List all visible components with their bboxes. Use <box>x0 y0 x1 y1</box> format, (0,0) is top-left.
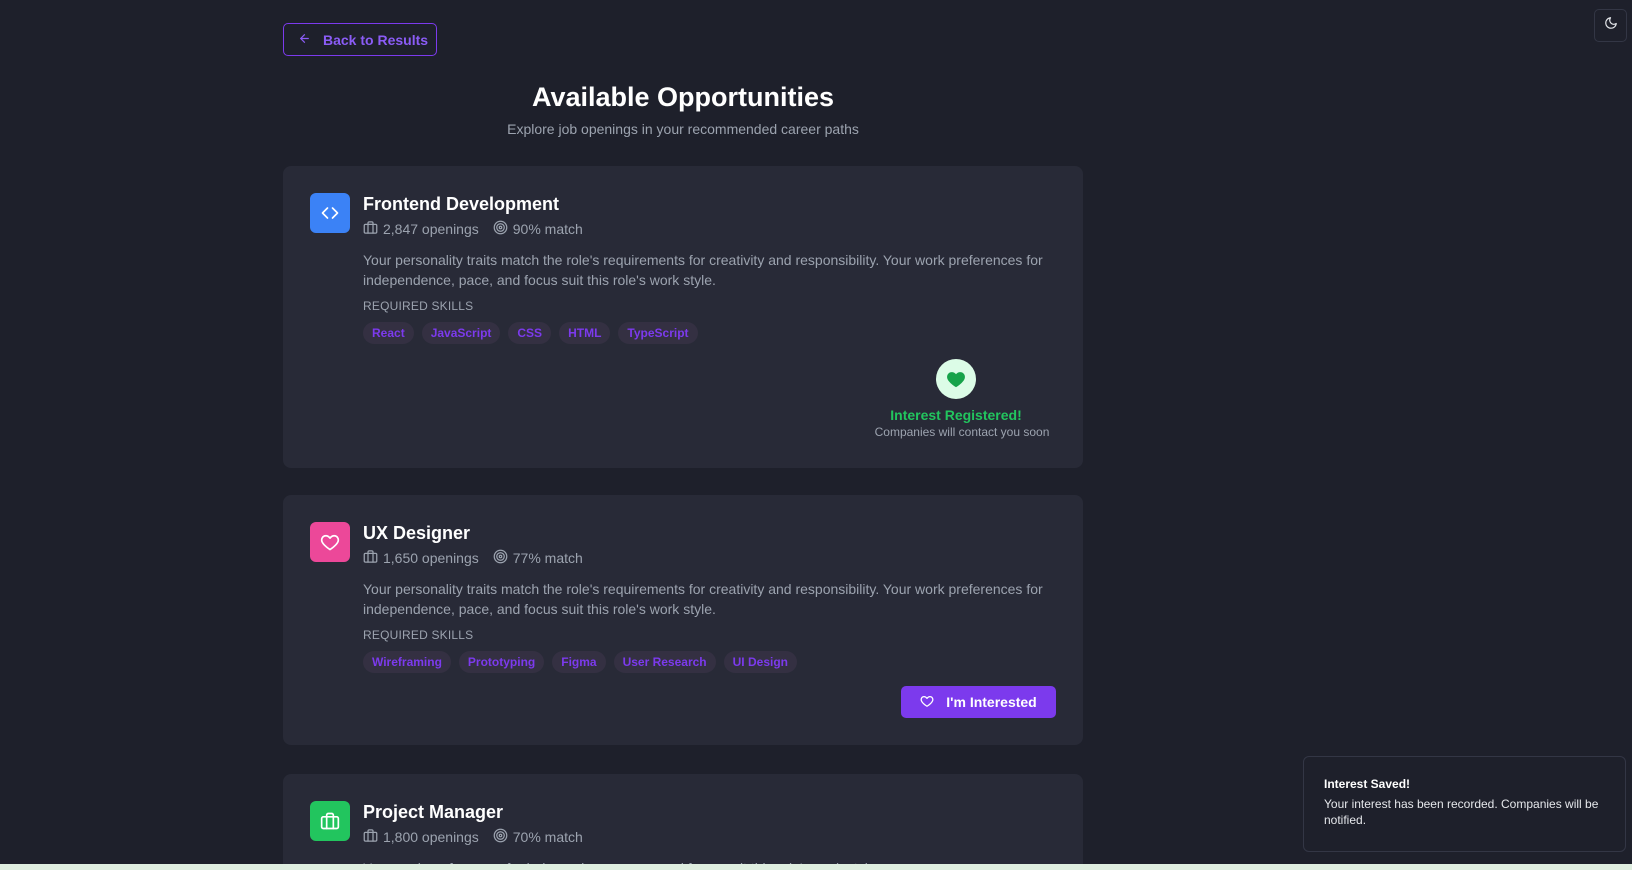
heart-icon <box>920 694 934 711</box>
interest-registered-status: Interest Registered! Companies will cont… <box>856 359 1056 439</box>
skills-list: React JavaScript CSS HTML TypeScript <box>363 322 1058 344</box>
skill-tag: Wireframing <box>363 651 451 673</box>
theme-toggle-button[interactable] <box>1594 9 1627 42</box>
job-description: Your personality traits match the role's… <box>363 581 1043 617</box>
code-icon <box>310 193 350 233</box>
match-percentage: 77% match <box>493 549 583 567</box>
openings-count: 2,847 openings <box>363 220 479 238</box>
status-title: Interest Registered! <box>890 407 1022 423</box>
page-subtitle: Explore job openings in your recommended… <box>507 121 859 137</box>
job-title: Frontend Development <box>363 194 560 214</box>
back-to-results-button[interactable]: Back to Results <box>283 23 437 56</box>
interest-saved-toast[interactable]: Interest Saved! Your interest has been r… <box>1303 756 1626 852</box>
back-button-label: Back to Results <box>323 31 429 48</box>
job-card-ux-designer: UX Designer 1,650 openings 77% match You… <box>283 495 1083 745</box>
target-icon <box>493 220 508 238</box>
match-percentage: 90% match <box>493 220 583 238</box>
briefcase-icon <box>310 801 350 841</box>
skill-tag: CSS <box>508 322 552 344</box>
match-percentage: 70% match <box>493 828 583 846</box>
briefcase-icon <box>363 828 378 846</box>
skill-tag: React <box>363 322 414 344</box>
status-subtitle: Companies will contact you soon <box>874 425 1050 439</box>
skill-tag: Figma <box>552 651 606 673</box>
openings-count: 1,650 openings <box>363 549 479 567</box>
skills-list: Wireframing Prototyping Figma User Resea… <box>363 651 1058 673</box>
arrow-left-icon <box>298 32 311 48</box>
skills-label: REQUIRED SKILLS <box>363 299 474 313</box>
target-icon <box>493 549 508 567</box>
page-title: Available Opportunities <box>531 82 835 112</box>
skill-tag: Prototyping <box>458 651 545 673</box>
skill-tag: JavaScript <box>421 322 501 344</box>
job-card-project-manager: Project Manager 1,800 openings 70% match… <box>283 774 1083 870</box>
toast-message: Your interest has been recorded. Compani… <box>1324 797 1599 827</box>
target-icon <box>493 828 508 846</box>
job-title: UX Designer <box>363 523 471 543</box>
skill-tag: HTML <box>559 322 611 344</box>
job-card-frontend: Frontend Development 2,847 openings 90% … <box>283 166 1083 468</box>
toast-title: Interest Saved! <box>1324 777 1411 791</box>
briefcase-icon <box>363 549 378 567</box>
im-interested-button[interactable]: I'm Interested <box>901 686 1056 718</box>
skill-tag: User Research <box>613 651 716 673</box>
interest-button-label: I'm Interested <box>946 694 1037 710</box>
job-description: Your personality traits match the role's… <box>363 252 1043 288</box>
skill-tag: UI Design <box>723 651 797 673</box>
openings-count: 1,800 openings <box>363 828 479 846</box>
job-title: Project Manager <box>363 802 504 822</box>
heart-icon <box>310 522 350 562</box>
moon-icon <box>1604 16 1618 35</box>
skills-label: REQUIRED SKILLS <box>363 628 474 642</box>
skill-tag: TypeScript <box>618 322 698 344</box>
bottom-edge <box>0 864 1632 870</box>
heart-filled-icon <box>936 359 976 399</box>
briefcase-icon <box>363 220 378 238</box>
